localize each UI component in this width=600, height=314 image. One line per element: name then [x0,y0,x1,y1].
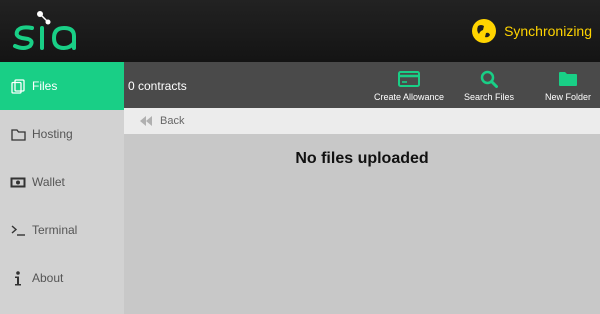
sidebar-item-label: Wallet [32,175,65,189]
sidebar-item-label: Terminal [32,223,78,237]
folder-icon [558,68,578,90]
globe-icon [472,19,497,43]
create-allowance-label: Create Allowance [374,92,445,102]
info-icon [10,270,26,286]
files-toolbar: 0 contracts Create Allowance Search File… [124,62,600,108]
sidebar-item-terminal[interactable]: Terminal [0,206,124,254]
sidebar-item-about[interactable]: About [0,254,124,302]
app-header: Synchronizing [0,0,600,62]
search-files-button[interactable]: Search Files [464,68,514,102]
sidebar-item-wallet[interactable]: Wallet [0,158,124,206]
sidebar: Files Hosting Wallet Terminal About [0,62,124,314]
back-label: Back [160,115,185,127]
sidebar-item-hosting[interactable]: Hosting [0,110,124,158]
folder-icon [10,126,26,142]
sync-status-text: Synchronizing [504,23,592,39]
terminal-icon [10,222,26,238]
back-icon [140,116,152,126]
sidebar-item-files[interactable]: Files [0,62,124,110]
contracts-count: 0 contracts [128,79,187,93]
back-button[interactable]: Back [124,108,600,134]
main-panel: 0 contracts Create Allowance Search File… [124,62,600,314]
allowance-icon [398,68,421,90]
wallet-icon [10,174,26,190]
sync-status: Synchronizing [472,18,592,44]
sidebar-item-label: Files [32,79,58,93]
sia-logo [13,11,76,51]
search-files-label: Search Files [464,92,515,102]
empty-files-message: No files uploaded [295,150,429,167]
sidebar-item-label: Hosting [32,127,73,141]
new-folder-button[interactable]: New Folder [545,68,591,102]
new-folder-label: New Folder [545,92,592,102]
files-icon [10,78,26,94]
search-icon [480,68,499,90]
sidebar-item-label: About [32,271,64,285]
create-allowance-button[interactable]: Create Allowance [374,68,444,102]
